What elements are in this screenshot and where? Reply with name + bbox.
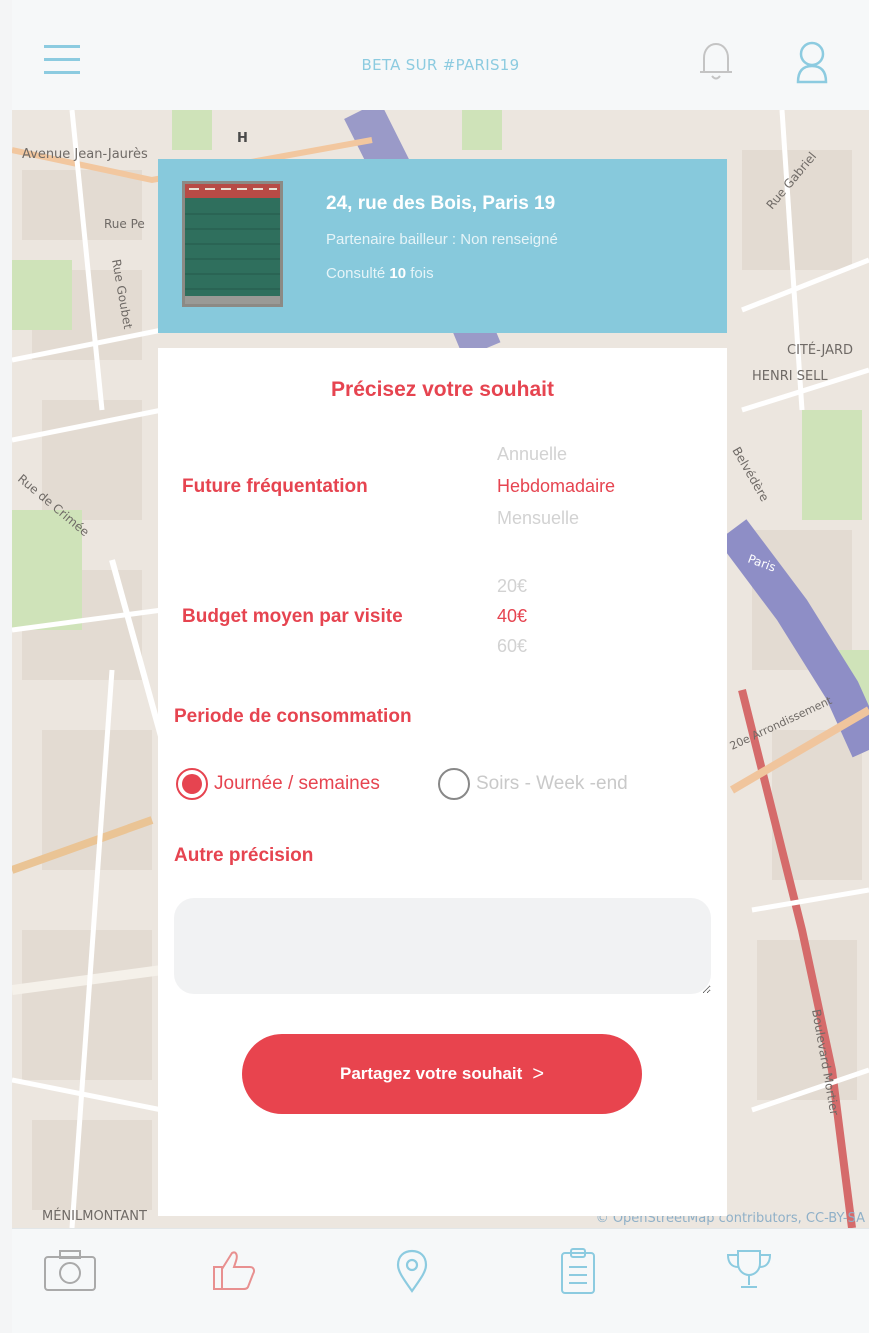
user-icon[interactable] (792, 40, 832, 88)
frequency-label: Future fréquentation (182, 476, 368, 497)
bottom-nav (12, 1228, 869, 1333)
bell-icon[interactable] (698, 40, 734, 86)
radio-unselected-icon (438, 768, 470, 800)
app-screen: BETA SUR #PARIS19 Avenue Jean-Jaurès H R… (12, 0, 869, 1333)
map-label: MÉNILMONTANT (42, 1208, 147, 1224)
top-bar: BETA SUR #PARIS19 (12, 0, 869, 110)
budget-option-40[interactable]: 40€ (497, 606, 527, 627)
radio-selected-icon (176, 768, 208, 800)
app-title: BETA SUR #PARIS19 (361, 56, 520, 74)
map-label: CITÉ-JARD (787, 342, 853, 358)
frequency-option-weekly[interactable]: Hebdomadaire (497, 476, 615, 497)
other-label: Autre précision (174, 845, 314, 866)
listing-address: 24, rue des Bois, Paris 19 (326, 193, 556, 214)
period-radio-day-label: Journée / semaines (214, 773, 380, 794)
listing-header[interactable]: 24, rue des Bois, Paris 19 Partenaire ba… (158, 159, 727, 333)
chevron-right-icon: > (532, 1062, 544, 1085)
period-radio-evening[interactable]: Soirs - Week -end (438, 768, 628, 800)
clipboard-icon[interactable] (558, 1247, 598, 1299)
frequency-option-monthly[interactable]: Mensuelle (497, 508, 579, 529)
period-label: Periode de consommation (174, 706, 412, 727)
other-precision-input[interactable] (174, 898, 711, 994)
views-suffix: fois (410, 265, 434, 282)
camera-icon[interactable] (42, 1247, 98, 1297)
map-label: Rue Pe (104, 217, 145, 231)
map-label: H (237, 131, 248, 146)
map-label: HENRI SELL (752, 369, 828, 384)
share-wish-button-label: Partagez votre souhait (339, 1064, 523, 1083)
views-prefix: Consulté (326, 265, 386, 282)
listing-partner: Partenaire bailleur : Non renseigné (326, 231, 558, 248)
share-wish-button[interactable]: Partagez votre souhait > (242, 1034, 642, 1114)
budget-label: Budget moyen par visite (182, 606, 403, 627)
budget-option-20[interactable]: 20€ (497, 576, 527, 597)
budget-option-60[interactable]: 60€ (497, 636, 527, 657)
wish-form: Précisez votre souhait Future fréquentat… (158, 348, 727, 1216)
map-label: Avenue Jean-Jaurès (22, 147, 148, 162)
period-radio-day[interactable]: Journée / semaines (176, 768, 380, 800)
location-pin-icon[interactable] (392, 1247, 432, 1297)
frequency-option-annual[interactable]: Annuelle (497, 444, 567, 465)
thumbs-up-icon[interactable] (208, 1247, 258, 1297)
trophy-icon[interactable] (724, 1247, 774, 1297)
storefront-thumbnail (182, 181, 283, 307)
period-radio-evening-label: Soirs - Week -end (476, 773, 628, 794)
views-count: 10 (389, 265, 407, 282)
form-heading: Précisez votre souhait (331, 378, 554, 401)
listing-views: Consulté 10 fois (326, 265, 434, 282)
